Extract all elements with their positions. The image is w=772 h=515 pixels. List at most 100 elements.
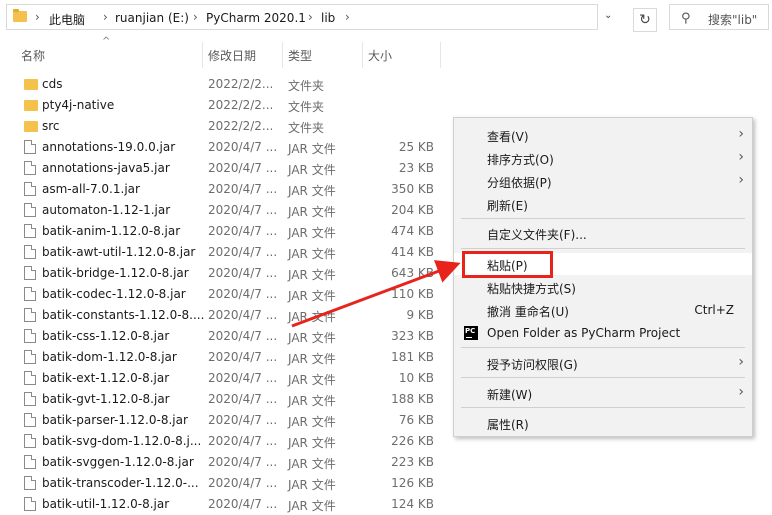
menu-item-label: Open Folder as PyCharm Project bbox=[487, 326, 681, 340]
chevron-right-icon: › bbox=[738, 149, 744, 165]
file-date: 2020/4/7 ... bbox=[208, 350, 278, 364]
menu-item-new[interactable]: 新建(W) › bbox=[454, 382, 752, 404]
column-divider[interactable] bbox=[362, 42, 363, 68]
file-icon bbox=[24, 371, 36, 385]
folder-icon bbox=[24, 121, 38, 132]
file-date: 2020/4/7 ... bbox=[208, 161, 278, 175]
file-date: 2022/2/2... bbox=[208, 119, 274, 133]
file-name: batik-parser-1.12.0-8.jar bbox=[42, 413, 188, 427]
file-row[interactable]: batik-ext-1.12.0-8.jar 2020/4/7 ... JAR 文件… bbox=[0, 368, 450, 389]
breadcrumb-pycharm[interactable]: PyCharm 2020.1 bbox=[206, 11, 306, 25]
menu-item-customize-folder[interactable]: 自定义文件夹(F)... bbox=[454, 222, 752, 244]
file-type: JAR 文件 bbox=[288, 478, 336, 492]
file-type: 文件夹 bbox=[288, 121, 325, 135]
file-row[interactable]: batik-anim-1.12.0-8.jar 2020/4/7 ... JAR 文… bbox=[0, 221, 450, 242]
file-name: batik-constants-1.12.0-8.... bbox=[42, 308, 205, 322]
file-row[interactable]: annotations-19.0.0.jar 2020/4/7 ... JAR 文件… bbox=[0, 137, 450, 158]
breadcrumb-separator: › bbox=[103, 10, 108, 24]
file-icon bbox=[24, 245, 36, 259]
column-header-date[interactable]: 修改日期 bbox=[208, 47, 256, 64]
search-placeholder: 搜索"lib" bbox=[708, 13, 758, 27]
file-icon bbox=[24, 203, 36, 217]
file-icon bbox=[24, 476, 36, 490]
file-date: 2020/4/7 ... bbox=[208, 245, 278, 259]
file-row[interactable]: batik-css-1.12.0-8.jar 2020/4/7 ... JAR 文件… bbox=[0, 326, 450, 347]
menu-item-view[interactable]: 查看(V) › bbox=[454, 124, 752, 146]
menu-item-properties[interactable]: 属性(R) bbox=[454, 412, 752, 434]
file-type: JAR 文件 bbox=[288, 184, 336, 198]
address-bar[interactable]: › 此电脑 › ruanjian (E:) › PyCharm 2020.1 ›… bbox=[6, 4, 657, 32]
file-row[interactable]: batik-parser-1.12.0-8.jar 2020/4/7 ... JAR… bbox=[0, 410, 450, 431]
menu-separator bbox=[461, 218, 745, 219]
address-dropdown-icon[interactable]: ⌄ bbox=[604, 10, 612, 21]
file-size: 204 KB bbox=[391, 203, 434, 217]
file-type: JAR 文件 bbox=[288, 163, 336, 177]
sort-ascending-icon: ^ bbox=[102, 36, 111, 47]
file-row[interactable]: asm-all-7.0.1.jar 2020/4/7 ... JAR 文件 350 K… bbox=[0, 179, 450, 200]
file-type: 文件夹 bbox=[288, 100, 325, 114]
file-row[interactable]: automaton-1.12-1.jar 2020/4/7 ... JAR 文件 20… bbox=[0, 200, 450, 221]
file-row[interactable]: cds 2022/2/2... 文件夹 bbox=[0, 74, 450, 95]
file-row[interactable]: batik-awt-util-1.12.0-8.jar 2020/4/7 ... J… bbox=[0, 242, 450, 263]
breadcrumb-lib[interactable]: lib bbox=[321, 11, 335, 25]
file-size: 643 KB bbox=[391, 266, 434, 280]
file-row[interactable]: batik-bridge-1.12.0-8.jar 2020/4/7 ... JAR… bbox=[0, 263, 450, 284]
breadcrumb-separator: › bbox=[35, 10, 40, 24]
file-row[interactable]: batik-codec-1.12.0-8.jar 2020/4/7 ... JAR … bbox=[0, 284, 450, 305]
column-header-type[interactable]: 类型 bbox=[288, 47, 312, 64]
file-date: 2022/2/2... bbox=[208, 77, 274, 91]
menu-item-undo-rename[interactable]: 撤消 重命名(U) Ctrl+Z bbox=[454, 299, 752, 321]
file-type: JAR 文件 bbox=[288, 436, 336, 450]
file-type: JAR 文件 bbox=[288, 142, 336, 156]
menu-separator bbox=[461, 347, 745, 348]
file-date: 2022/2/2... bbox=[208, 98, 274, 112]
file-row[interactable]: batik-transcoder-1.12.0-... 2020/4/7 ... J… bbox=[0, 473, 450, 494]
address-box[interactable]: › 此电脑 › ruanjian (E:) › PyCharm 2020.1 ›… bbox=[6, 4, 598, 30]
file-row[interactable]: annotations-java5.jar 2020/4/7 ... JAR 文件 2… bbox=[0, 158, 450, 179]
file-date: 2020/4/7 ... bbox=[208, 434, 278, 448]
menu-item-paste-shortcut[interactable]: 粘贴快捷方式(S) bbox=[454, 276, 752, 298]
file-name: batik-anim-1.12.0-8.jar bbox=[42, 224, 181, 238]
menu-item-open-pycharm[interactable]: PC Open Folder as PyCharm Project bbox=[454, 322, 752, 344]
column-divider[interactable] bbox=[440, 42, 441, 68]
chevron-right-icon: › bbox=[738, 354, 744, 370]
menu-item-refresh[interactable]: 刷新(E) bbox=[454, 193, 752, 215]
breadcrumb-this-pc[interactable]: 此电脑 bbox=[49, 11, 85, 28]
search-input[interactable]: ⚲ 搜索"lib" bbox=[669, 4, 769, 30]
column-divider[interactable] bbox=[202, 42, 203, 68]
file-date: 2020/4/7 ... bbox=[208, 182, 278, 196]
column-header-name[interactable]: 名称 bbox=[21, 47, 45, 64]
file-row[interactable]: batik-svg-dom-1.12.0-8.j... 2020/4/7 ... J… bbox=[0, 431, 450, 452]
file-row[interactable]: batik-constants-1.12.0-8.... 2020/4/7 ...… bbox=[0, 305, 450, 326]
file-type: JAR 文件 bbox=[288, 226, 336, 240]
file-icon bbox=[24, 308, 36, 322]
menu-item-grant-access[interactable]: 授予访问权限(G) › bbox=[454, 352, 752, 374]
menu-separator bbox=[461, 407, 745, 408]
file-row[interactable]: batik-util-1.12.0-8.jar 2020/4/7 ... JAR 文… bbox=[0, 494, 450, 515]
menu-item-sort[interactable]: 排序方式(O) › bbox=[454, 147, 752, 169]
column-header-size[interactable]: 大小 bbox=[368, 47, 392, 64]
refresh-icon[interactable]: ↻ bbox=[633, 8, 657, 32]
column-headers: ^ 名称 修改日期 类型 大小 bbox=[0, 36, 772, 68]
file-size: 124 KB bbox=[391, 497, 434, 511]
column-divider[interactable] bbox=[282, 42, 283, 68]
file-icon bbox=[24, 434, 36, 448]
file-row[interactable]: pty4j-native 2022/2/2... 文件夹 bbox=[0, 95, 450, 116]
folder-icon bbox=[24, 79, 38, 90]
file-row[interactable]: src 2022/2/2... 文件夹 bbox=[0, 116, 450, 137]
file-size: 226 KB bbox=[391, 434, 434, 448]
file-row[interactable]: batik-gvt-1.12.0-8.jar 2020/4/7 ... JAR 文件… bbox=[0, 389, 450, 410]
file-date: 2020/4/7 ... bbox=[208, 140, 278, 154]
file-type: JAR 文件 bbox=[288, 373, 336, 387]
breadcrumb-drive[interactable]: ruanjian (E:) bbox=[115, 11, 189, 25]
file-icon bbox=[24, 224, 36, 238]
file-type: JAR 文件 bbox=[288, 289, 336, 303]
file-row[interactable]: batik-dom-1.12.0-8.jar 2020/4/7 ... JAR 文件… bbox=[0, 347, 450, 368]
file-icon bbox=[24, 329, 36, 343]
menu-item-group[interactable]: 分组依据(P) › bbox=[454, 170, 752, 192]
file-row[interactable]: batik-svggen-1.12.0-8.jar 2020/4/7 ... JAR… bbox=[0, 452, 450, 473]
file-date: 2020/4/7 ... bbox=[208, 455, 278, 469]
menu-item-label: 授予访问权限(G) bbox=[487, 358, 578, 372]
file-type: JAR 文件 bbox=[288, 310, 336, 324]
chevron-right-icon: › bbox=[738, 126, 744, 142]
